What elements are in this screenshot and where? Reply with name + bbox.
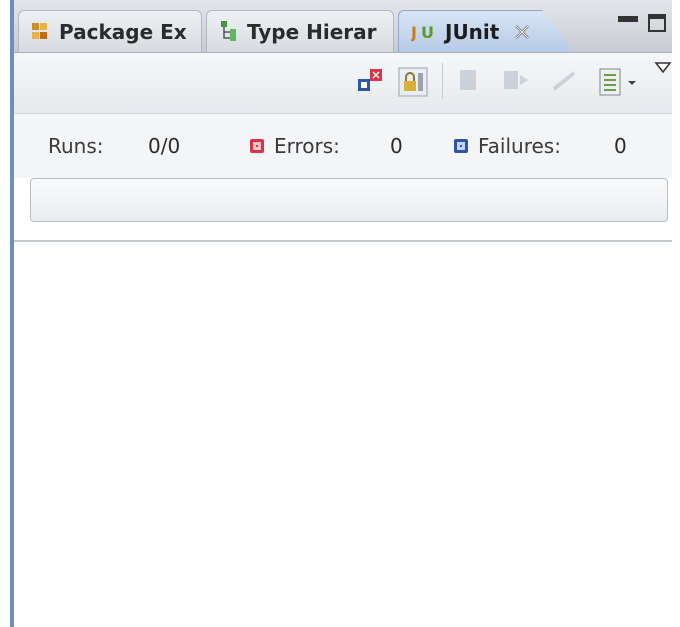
show-failures-only-icon[interactable] [356, 67, 384, 95]
test-progress-bar [30, 178, 668, 222]
runs-counter: Runs: 0/0 [48, 134, 180, 158]
rerun-test-icon[interactable] [458, 67, 480, 93]
runs-value: 0/0 [148, 134, 181, 158]
scroll-lock-icon[interactable] [398, 67, 428, 97]
failures-counter: Failures: 0 [454, 134, 627, 158]
runs-label: Runs: [48, 134, 104, 158]
close-icon[interactable] [513, 23, 531, 41]
type-hierarchy-icon [219, 20, 237, 44]
tab-junit[interactable]: J U JUnit [398, 10, 574, 52]
tab-bar: Package Ex Type Hierar J U JUnit [14, 0, 672, 53]
failures-value: 0 [614, 134, 627, 158]
test-run-history-icon[interactable] [598, 67, 642, 97]
test-counters: Runs: 0/0 Errors: 0 Failures: 0 [14, 114, 672, 178]
tab-package-explorer[interactable]: Package Ex [18, 10, 202, 52]
errors-label: Errors: [274, 134, 340, 158]
tab-label: JUnit [445, 19, 500, 44]
failure-icon [454, 139, 468, 153]
view-menu-icon[interactable] [654, 61, 672, 75]
test-results-tree[interactable] [14, 242, 672, 627]
tab-label: Package Ex [59, 19, 187, 44]
tab-label: Type Hierar [247, 19, 377, 44]
error-icon [250, 139, 264, 153]
toolbar [14, 53, 672, 114]
minimize-icon[interactable] [618, 16, 638, 22]
toolbar-separator [442, 63, 443, 99]
junit-icon: J U [411, 21, 435, 43]
svg-text:U: U [421, 23, 434, 42]
junit-view-window: Package Ex Type Hierar J U JUnit Runs: 0… [10, 0, 672, 627]
errors-value: 0 [390, 134, 403, 158]
errors-counter: Errors: 0 [250, 134, 403, 158]
package-explorer-icon [31, 21, 49, 43]
maximize-icon[interactable] [648, 14, 666, 32]
rerun-failed-first-icon[interactable] [502, 67, 530, 93]
svg-text:J: J [411, 23, 417, 42]
tab-type-hierarchy[interactable]: Type Hierar [206, 10, 394, 52]
failures-label: Failures: [478, 134, 561, 158]
window-controls [618, 14, 666, 32]
stop-run-icon[interactable] [552, 67, 578, 93]
